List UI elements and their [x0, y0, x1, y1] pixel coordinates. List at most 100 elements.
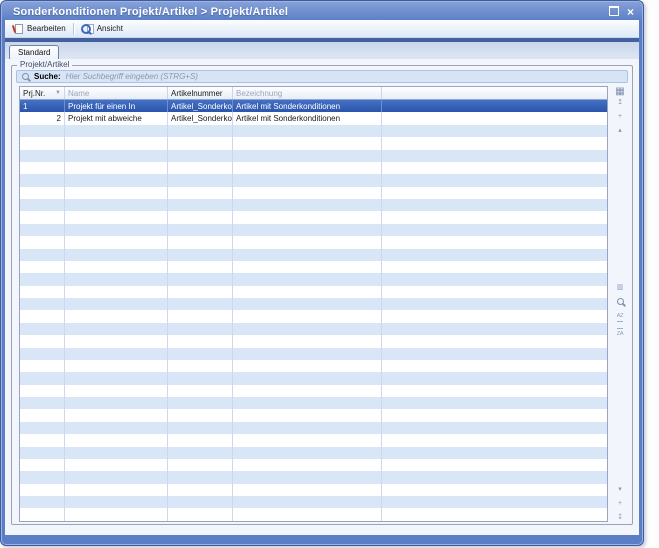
- sort-za-icon[interactable]: ZA: [617, 328, 623, 338]
- table-cell: [233, 508, 382, 520]
- grid-side-toolbar: ▦ ↥ + ▴ ▥ AZ ZA ▾ + ↧: [611, 86, 629, 522]
- close-window-button[interactable]: ×: [627, 7, 634, 17]
- table-cell: [168, 273, 233, 285]
- empty-row[interactable]: [20, 409, 607, 421]
- table-cell: [65, 323, 168, 335]
- column-header-bezeichnung[interactable]: Bezeichnung: [233, 87, 382, 99]
- title-bar[interactable]: Sonderkonditionen Projekt/Artikel > Proj…: [5, 3, 639, 20]
- table-cell: [168, 434, 233, 446]
- toolbar-separator: [73, 23, 74, 35]
- empty-row[interactable]: [20, 211, 607, 223]
- empty-row[interactable]: [20, 224, 607, 236]
- column-header-label: Name: [68, 89, 89, 98]
- table-cell: [65, 397, 168, 409]
- empty-row[interactable]: [20, 397, 607, 409]
- table-cell: [168, 348, 233, 360]
- sort-az-icon[interactable]: AZ: [617, 312, 623, 322]
- table-cell: [233, 211, 382, 223]
- empty-row[interactable]: [20, 372, 607, 384]
- empty-row[interactable]: [20, 199, 607, 211]
- empty-row[interactable]: [20, 286, 607, 298]
- search-bar: Suche:: [16, 70, 628, 83]
- empty-row[interactable]: [20, 261, 607, 273]
- table-cell: [65, 471, 168, 483]
- table-cell: [65, 150, 168, 162]
- empty-row[interactable]: [20, 323, 607, 335]
- empty-row[interactable]: [20, 496, 607, 508]
- table-cell: [382, 484, 607, 496]
- empty-row[interactable]: [20, 249, 607, 261]
- empty-row[interactable]: [20, 310, 607, 322]
- empty-row[interactable]: [20, 125, 607, 137]
- ansicht-button-label: Ansicht: [97, 24, 123, 33]
- empty-row[interactable]: [20, 385, 607, 397]
- empty-row[interactable]: [20, 187, 607, 199]
- last-row-icon[interactable]: ↧: [617, 514, 623, 522]
- page-up-icon[interactable]: +: [618, 113, 622, 121]
- table-cell: [20, 150, 65, 162]
- empty-row[interactable]: [20, 471, 607, 483]
- table-cell: [20, 471, 65, 483]
- empty-row[interactable]: [20, 236, 607, 248]
- empty-row[interactable]: [20, 484, 607, 496]
- empty-row[interactable]: [20, 298, 607, 310]
- empty-row[interactable]: [20, 137, 607, 149]
- empty-row[interactable]: [20, 434, 607, 446]
- table-cell: [65, 273, 168, 285]
- empty-row[interactable]: [20, 459, 607, 471]
- table-cell: [65, 125, 168, 137]
- search-input[interactable]: [66, 72, 622, 81]
- table-row[interactable]: 2Projekt mit abweicheArtikel_Sonderkondi…: [20, 112, 607, 124]
- table-cell: Artikel_Sonderkonditio: [168, 100, 233, 112]
- search-icon[interactable]: [617, 298, 624, 306]
- table-cell: [233, 310, 382, 322]
- ansicht-button[interactable]: Ansicht: [76, 22, 128, 35]
- table-cell: [233, 249, 382, 261]
- table-cell: [168, 335, 233, 347]
- table-cell: [20, 372, 65, 384]
- table-cell: [20, 224, 65, 236]
- column-header-prj-nr[interactable]: Prj.Nr.▼: [20, 87, 65, 99]
- empty-row[interactable]: [20, 447, 607, 459]
- empty-row[interactable]: [20, 360, 607, 372]
- column-header-label: Prj.Nr.: [23, 89, 45, 98]
- table-cell: [20, 459, 65, 471]
- table-cell: [168, 298, 233, 310]
- empty-row[interactable]: [20, 174, 607, 186]
- table-cell: [65, 422, 168, 434]
- bearbeiten-button-label: Bearbeiten: [27, 24, 66, 33]
- table-cell: [382, 422, 607, 434]
- table-cell: [65, 434, 168, 446]
- table-cell: [168, 137, 233, 149]
- empty-row[interactable]: [20, 335, 607, 347]
- scroll-down-icon[interactable]: ▾: [618, 486, 622, 494]
- tab-standard[interactable]: Standard: [9, 45, 59, 59]
- table-cell: Projekt mit abweiche: [65, 112, 168, 124]
- column-header-artikelnummer[interactable]: Artikelnummer: [168, 87, 233, 99]
- first-row-icon[interactable]: ↥: [617, 99, 623, 107]
- table-row[interactable]: 1Projekt für einen InArtikel_Sonderkondi…: [20, 100, 607, 112]
- column-header-name[interactable]: Name: [65, 87, 168, 99]
- projekt-artikel-groupbox: Projekt/Artikel Suche: Prj.Nr.▼NameArtik…: [11, 65, 633, 525]
- table-cell: [382, 236, 607, 248]
- table-cell: [65, 484, 168, 496]
- empty-row[interactable]: [20, 162, 607, 174]
- empty-row[interactable]: [20, 273, 607, 285]
- table-cell: [168, 508, 233, 520]
- groupbox-label: Projekt/Artikel: [17, 60, 72, 69]
- bearbeiten-button[interactable]: Bearbeiten: [8, 22, 71, 35]
- table-cell: [233, 372, 382, 384]
- restore-window-button[interactable]: [609, 3, 619, 21]
- empty-row[interactable]: [20, 422, 607, 434]
- column-chooser-icon[interactable]: ▦: [615, 86, 624, 97]
- table-cell: [20, 211, 65, 223]
- card-view-icon[interactable]: ▥: [617, 284, 624, 292]
- scroll-up-icon[interactable]: ▴: [618, 127, 622, 135]
- table-cell: [20, 348, 65, 360]
- empty-row[interactable]: [20, 150, 607, 162]
- empty-row[interactable]: [20, 348, 607, 360]
- data-grid: Prj.Nr.▼Name ArtikelnummerBezeichnung 1Pr…: [19, 86, 608, 522]
- empty-row[interactable]: [20, 508, 607, 520]
- page-down-icon[interactable]: +: [618, 500, 622, 508]
- table-cell: [20, 447, 65, 459]
